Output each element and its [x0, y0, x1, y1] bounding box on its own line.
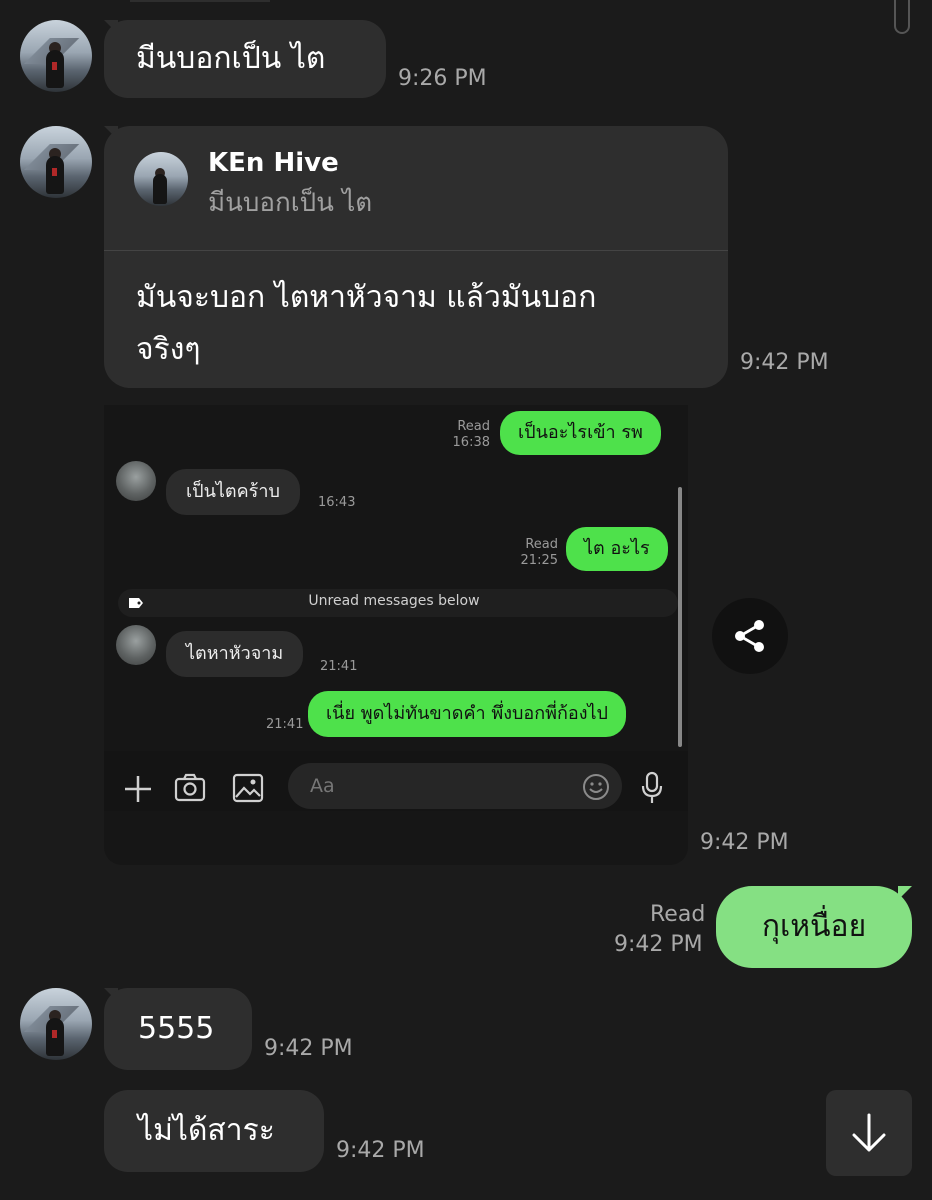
message-text: กุเหนื่อย — [761, 909, 867, 944]
inner-avatar — [116, 461, 156, 501]
message-time: 9:42 PM — [614, 932, 703, 957]
inner-message-input — [288, 763, 622, 809]
mic-icon — [641, 771, 663, 803]
outgoing-message-bubble[interactable]: กุเหนื่อย — [716, 886, 912, 968]
message-text: 5555 — [138, 1011, 215, 1046]
unread-label: Unread messages below — [308, 593, 480, 609]
message-time: 9:42 PM — [740, 350, 829, 375]
reply-avatar — [134, 152, 188, 206]
message-time: 9:42 PM — [264, 1036, 353, 1061]
image-icon — [232, 773, 264, 803]
inner-incoming-message: เป็นไตคร้าบ — [166, 469, 300, 515]
inner-incoming-message: ไตหาหัวจาม — [166, 631, 304, 677]
message-time: 9:26 PM — [398, 66, 487, 91]
inner-read-status: Read 16:38 — [452, 419, 490, 450]
scrollbar[interactable] — [894, 0, 910, 34]
read-status: Read — [650, 902, 706, 927]
camera-icon — [174, 773, 206, 802]
scroll-down-button[interactable] — [826, 1090, 912, 1176]
inner-time: 21:41 — [266, 717, 304, 732]
message-text-line2: จริงๆ — [136, 332, 201, 367]
tag-icon — [129, 598, 143, 608]
message-text: มีนบอกเป็น ไต — [136, 41, 326, 76]
message-time: 9:42 PM — [336, 1138, 425, 1163]
inner-outgoing-message: ไต อะไร — [566, 527, 668, 571]
inner-avatar — [116, 625, 156, 665]
inner-scrollbar — [678, 487, 682, 747]
avatar[interactable] — [20, 988, 92, 1060]
reply-quoted-text: มีนบอกเป็น ไต — [208, 188, 373, 218]
plus-icon — [125, 776, 151, 802]
share-icon — [735, 620, 764, 652]
inner-outgoing-message: เนี่ย พูดไม่ทันขาดคำ พึ่งบอกพี่ก้องไป — [308, 691, 626, 737]
message-time: 9:42 PM — [700, 830, 789, 855]
inner-read-status: Read 21:25 — [520, 537, 558, 568]
message-bubble[interactable]: มีนบอกเป็น ไต — [104, 20, 386, 98]
message-text: ไม่ได้สาระ — [138, 1113, 275, 1148]
inner-outgoing-message: เป็นอะไรเข้า รพ — [500, 411, 661, 455]
message-text-line1: มันจะบอก ไตหาหัวจาม แล้วมันบอก — [136, 280, 597, 315]
emoji-icon — [583, 774, 609, 800]
bubble-tail — [898, 886, 912, 900]
reply-divider — [104, 250, 728, 251]
arrow-down-icon — [852, 1113, 886, 1152]
shared-screenshot[interactable]: Read 16:38 เป็นอะไรเข้า รพ เป็นไตคร้าบ 16… — [104, 405, 688, 865]
inner-time: 21:41 — [320, 659, 358, 674]
avatar[interactable] — [20, 126, 92, 198]
reply-message-bubble[interactable]: KEn Hive มีนบอกเป็น ไต มันจะบอก ไตหาหัวจ… — [104, 126, 728, 388]
inner-time: 16:43 — [318, 495, 356, 510]
inner-input-placeholder: Aa — [310, 775, 335, 797]
message-bubble[interactable]: ไม่ได้สาระ — [104, 1090, 324, 1172]
message-bubble[interactable]: 5555 — [104, 988, 252, 1070]
avatar[interactable] — [20, 20, 92, 92]
reply-sender-name: KEn Hive — [208, 148, 339, 178]
share-button[interactable] — [712, 598, 788, 674]
top-partial-bubble — [130, 0, 270, 2]
